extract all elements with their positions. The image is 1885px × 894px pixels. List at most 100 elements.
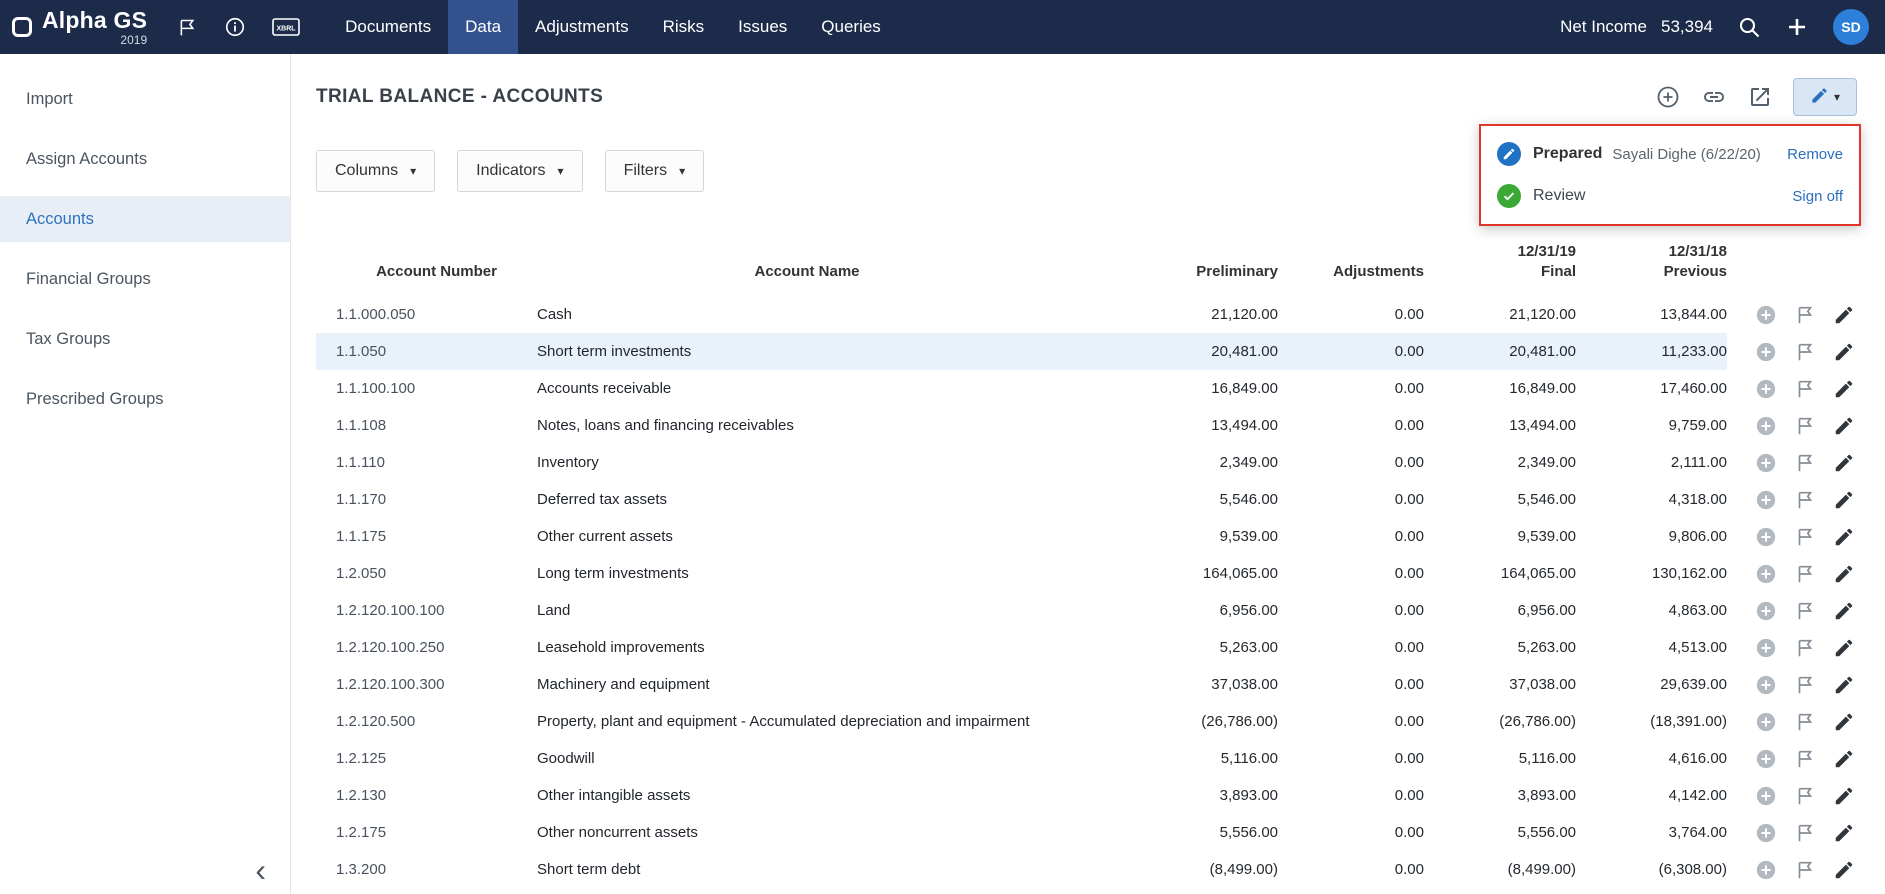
flag-icon[interactable] — [1794, 822, 1816, 844]
collapse-sidebar-icon[interactable]: ‹ — [255, 854, 266, 886]
edit-pencil-icon[interactable] — [1833, 637, 1855, 659]
edit-pencil-icon[interactable] — [1833, 526, 1855, 548]
flag-icon[interactable] — [1794, 452, 1816, 474]
edit-pencil-icon[interactable] — [1833, 748, 1855, 770]
sidebar-item-financial-groups[interactable]: Financial Groups — [0, 256, 290, 302]
flag-icon[interactable] — [1794, 526, 1816, 548]
table-row[interactable]: 1.1.108Notes, loans and financing receiv… — [316, 407, 1857, 444]
flag-icon[interactable] — [1794, 600, 1816, 622]
open-in-new-icon[interactable] — [1747, 84, 1773, 110]
flag-icon[interactable] — [1794, 378, 1816, 400]
table-row[interactable]: 1.2.130Other intangible assets3,893.000.… — [316, 777, 1857, 814]
flag-icon[interactable] — [1794, 748, 1816, 770]
search-icon[interactable] — [1737, 15, 1761, 39]
edit-pencil-icon[interactable] — [1833, 341, 1855, 363]
nav-item-queries[interactable]: Queries — [804, 0, 898, 54]
add-circle-icon[interactable] — [1755, 600, 1777, 622]
sidebar-item-assign-accounts[interactable]: Assign Accounts — [0, 136, 290, 182]
columns-dropdown-button[interactable]: Columns▾ — [316, 150, 435, 192]
add-circle-icon[interactable] — [1755, 674, 1777, 696]
engagement-logo[interactable]: Alpha GS 2019 — [42, 8, 147, 46]
flag-icon[interactable] — [1794, 674, 1816, 696]
link-icon[interactable] — [1701, 84, 1727, 110]
add-circle-icon[interactable] — [1655, 84, 1681, 110]
add-icon[interactable] — [1785, 15, 1809, 39]
preliminary-cell: 2,349.00 — [1077, 444, 1278, 481]
edit-pencil-icon[interactable] — [1833, 563, 1855, 585]
flag-icon[interactable] — [1794, 637, 1816, 659]
add-circle-icon[interactable] — [1755, 452, 1777, 474]
edit-pencil-icon[interactable] — [1833, 674, 1855, 696]
filters-dropdown-button[interactable]: Filters▾ — [605, 150, 705, 192]
user-avatar[interactable]: SD — [1833, 9, 1869, 45]
edit-pencil-icon[interactable] — [1833, 600, 1855, 622]
add-circle-icon[interactable] — [1755, 378, 1777, 400]
table-row[interactable]: 1.2.120.100.300Machinery and equipment37… — [316, 666, 1857, 703]
final-cell: 5,556.00 — [1424, 814, 1576, 851]
add-circle-icon[interactable] — [1755, 748, 1777, 770]
edit-pencil-icon[interactable] — [1833, 415, 1855, 437]
edit-pencil-icon[interactable] — [1833, 452, 1855, 474]
sidebar-item-prescribed-groups[interactable]: Prescribed Groups — [0, 376, 290, 422]
previous-cell: 9,806.00 — [1576, 518, 1727, 555]
remove-link[interactable]: Remove — [1787, 146, 1843, 163]
edit-pencil-icon[interactable] — [1833, 711, 1855, 733]
table-row[interactable]: 1.2.120.100.250Leasehold improvements5,2… — [316, 629, 1857, 666]
add-circle-icon[interactable] — [1755, 563, 1777, 585]
flag-icon[interactable] — [177, 17, 198, 38]
flag-icon[interactable] — [1794, 711, 1816, 733]
table-row[interactable]: 1.2.120.100.100Land6,956.000.006,956.004… — [316, 592, 1857, 629]
nav-item-risks[interactable]: Risks — [646, 0, 722, 54]
nav-item-data[interactable]: Data — [448, 0, 518, 54]
account-name-cell: Deferred tax assets — [537, 481, 1077, 518]
edit-pencil-icon[interactable] — [1833, 489, 1855, 511]
add-circle-icon[interactable] — [1755, 415, 1777, 437]
add-circle-icon[interactable] — [1755, 341, 1777, 363]
flag-icon[interactable] — [1794, 304, 1816, 326]
table-row[interactable]: 1.3.200Short term debt(8,499.00)0.00(8,4… — [316, 851, 1857, 888]
add-circle-icon[interactable] — [1755, 785, 1777, 807]
signoff-dropdown-button[interactable]: ▾ — [1793, 78, 1857, 116]
flag-icon[interactable] — [1794, 489, 1816, 511]
table-row[interactable]: 1.1.110Inventory2,349.000.002,349.002,11… — [316, 444, 1857, 481]
net-income-value: 53,394 — [1661, 17, 1713, 37]
flag-icon[interactable] — [1794, 563, 1816, 585]
sign-off-link[interactable]: Sign off — [1792, 188, 1843, 205]
edit-pencil-icon[interactable] — [1833, 378, 1855, 400]
flag-icon[interactable] — [1794, 341, 1816, 363]
table-row[interactable]: 1.1.050Short term investments20,481.000.… — [316, 333, 1857, 370]
table-row[interactable]: 1.1.100.100Accounts receivable16,849.000… — [316, 370, 1857, 407]
info-icon[interactable] — [224, 16, 246, 38]
account-name-cell: Cash — [537, 296, 1077, 333]
add-circle-icon[interactable] — [1755, 637, 1777, 659]
table-row[interactable]: 1.2.050Long term investments164,065.000.… — [316, 555, 1857, 592]
table-row[interactable]: 1.1.175Other current assets9,539.000.009… — [316, 518, 1857, 555]
nav-item-documents[interactable]: Documents — [328, 0, 448, 54]
sidebar-item-accounts[interactable]: Accounts — [0, 196, 290, 242]
edit-pencil-icon[interactable] — [1833, 822, 1855, 844]
table-row[interactable]: 1.2.120.500Property, plant and equipment… — [316, 703, 1857, 740]
dropdown-label: Indicators — [476, 162, 545, 180]
indicators-dropdown-button[interactable]: Indicators▾ — [457, 150, 582, 192]
table-row[interactable]: 1.2.125Goodwill5,116.000.005,116.004,616… — [316, 740, 1857, 777]
sidebar-item-tax-groups[interactable]: Tax Groups — [0, 316, 290, 362]
flag-icon[interactable] — [1794, 785, 1816, 807]
add-circle-icon[interactable] — [1755, 859, 1777, 881]
add-circle-icon[interactable] — [1755, 489, 1777, 511]
table-row[interactable]: 1.2.175Other noncurrent assets5,556.000.… — [316, 814, 1857, 851]
flag-icon[interactable] — [1794, 415, 1816, 437]
table-row[interactable]: 1.1.000.050Cash21,120.000.0021,120.0013,… — [316, 296, 1857, 333]
edit-pencil-icon[interactable] — [1833, 859, 1855, 881]
edit-pencil-icon[interactable] — [1833, 785, 1855, 807]
edit-pencil-icon[interactable] — [1833, 304, 1855, 326]
table-row[interactable]: 1.1.170Deferred tax assets5,546.000.005,… — [316, 481, 1857, 518]
add-circle-icon[interactable] — [1755, 822, 1777, 844]
sidebar-item-import[interactable]: Import — [0, 76, 290, 122]
add-circle-icon[interactable] — [1755, 304, 1777, 326]
xbrl-icon[interactable]: XBRL — [272, 16, 300, 38]
add-circle-icon[interactable] — [1755, 526, 1777, 548]
add-circle-icon[interactable] — [1755, 711, 1777, 733]
flag-icon[interactable] — [1794, 859, 1816, 881]
nav-item-adjustments[interactable]: Adjustments — [518, 0, 646, 54]
nav-item-issues[interactable]: Issues — [721, 0, 804, 54]
